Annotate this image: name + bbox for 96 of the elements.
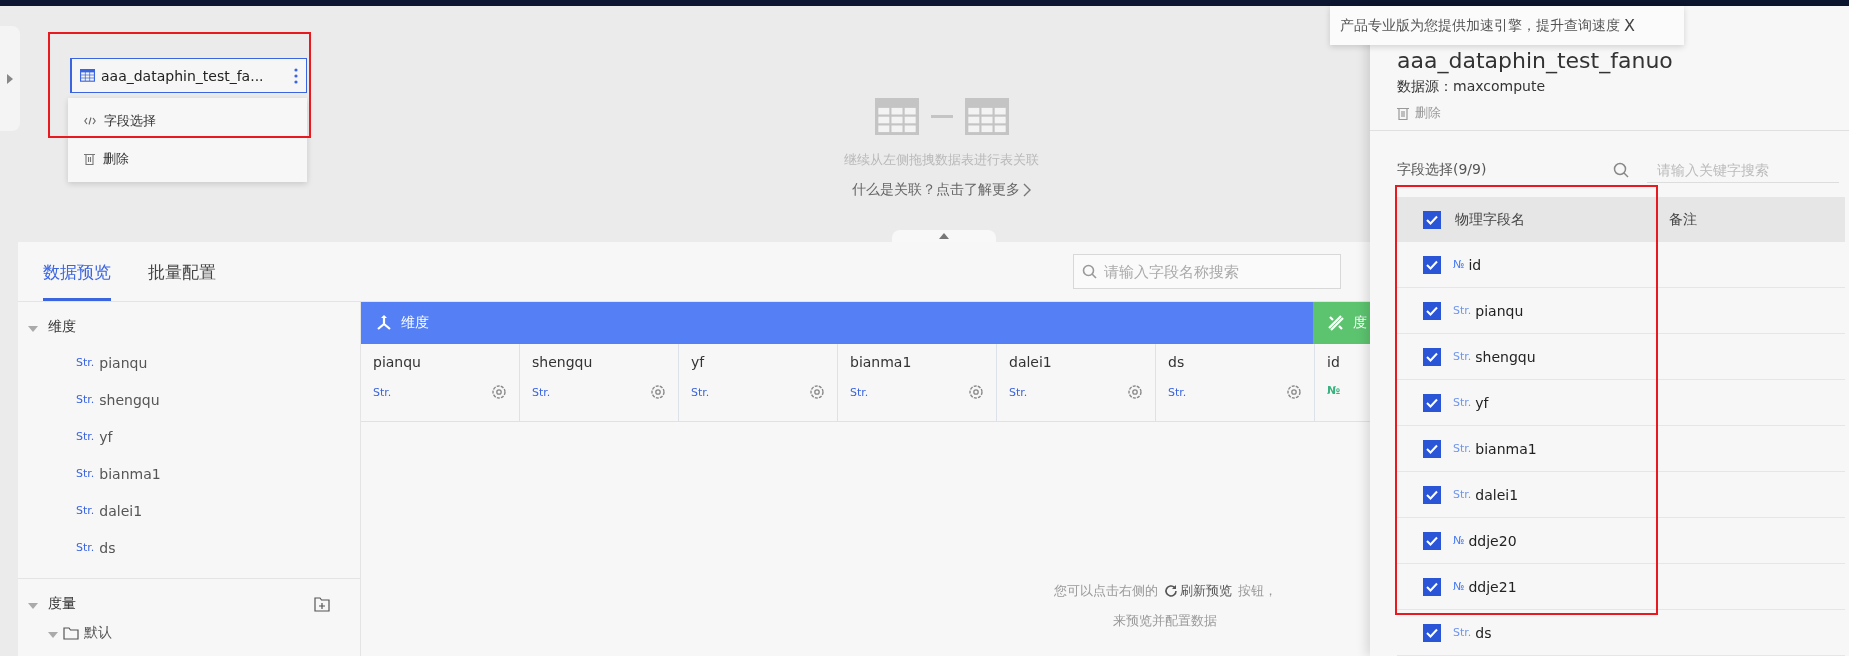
data-source: 数据源：maxcompute: [1397, 78, 1547, 96]
hint-text: 按钮，: [1237, 582, 1277, 600]
checkbox[interactable]: [1423, 255, 1441, 274]
type-tag: Str.: [1453, 626, 1472, 639]
refresh-icon: [1163, 584, 1178, 598]
checkbox[interactable]: [1423, 577, 1441, 596]
table-icon: [80, 69, 95, 82]
settings-icon[interactable]: [1286, 384, 1302, 400]
chevron-right-icon: [1023, 183, 1031, 198]
add-folder-icon[interactable]: [314, 596, 330, 612]
folder-icon: [63, 626, 79, 640]
type-tag: Str.: [1453, 442, 1472, 455]
learn-more-link[interactable]: 什么是关联？点击了解更多: [852, 181, 1031, 200]
field-name: yf: [1475, 394, 1489, 411]
field-name: pianqu: [1475, 302, 1524, 319]
table-icon: [964, 98, 1009, 136]
checkbox[interactable]: [1423, 531, 1441, 550]
section-label: 度量: [48, 595, 76, 613]
type-tag: №: [1453, 258, 1465, 271]
type-tag: Str.: [76, 356, 95, 369]
type-tag: Str.: [76, 504, 95, 517]
field-select-label: 字段选择(9/9): [1397, 161, 1488, 179]
group-header: 维度: [361, 302, 1313, 344]
settings-icon[interactable]: [968, 384, 984, 400]
hint-text: 来预览并配置数据: [1113, 612, 1217, 630]
caret-icon[interactable]: [28, 324, 38, 333]
field-name: ds: [99, 539, 116, 556]
settings-icon[interactable]: [809, 384, 825, 400]
field-name: dalei1: [1475, 486, 1519, 503]
ruler-icon: [1327, 314, 1345, 332]
field-name: shengqu: [99, 391, 160, 408]
checkbox[interactable]: [1423, 393, 1441, 412]
field-name: ddje20: [1468, 532, 1517, 549]
checkbox[interactable]: [1423, 301, 1441, 320]
settings-icon[interactable]: [491, 384, 507, 400]
column-header: pianqu Str.: [361, 344, 520, 421]
folder-name[interactable]: 默认: [84, 624, 112, 642]
field-name: yf: [99, 428, 113, 445]
table-node[interactable]: aaa_dataphin_test_fa...: [70, 58, 307, 93]
hint-text: 您可以点击右侧的: [1053, 582, 1158, 600]
field-name: bianma1: [1475, 440, 1537, 457]
checkbox[interactable]: [1423, 623, 1441, 642]
type-tag: Str.: [76, 541, 95, 554]
type-tag: №: [1453, 580, 1465, 593]
table-icon: [874, 98, 919, 136]
collapse-handle[interactable]: [892, 230, 996, 242]
caret-icon[interactable]: [28, 601, 38, 610]
checkbox[interactable]: [1423, 210, 1441, 229]
settings-icon[interactable]: [1127, 384, 1143, 400]
section-label: 维度: [48, 318, 76, 336]
column-header: 备注: [1669, 210, 1697, 229]
type-tag: Str.: [76, 430, 95, 443]
column-header: ds Str.: [1156, 344, 1315, 421]
branch-icon: [375, 314, 393, 332]
column-header: shengqu Str.: [520, 344, 679, 421]
field-name: bianma1: [99, 465, 161, 482]
field-name: id: [1468, 256, 1482, 273]
code-icon: [84, 116, 96, 126]
panel-title: aaa_dataphin_test_fanuo: [1397, 48, 1674, 74]
search-field[interactable]: 请输入字段名称搜索: [1073, 254, 1341, 289]
type-tag: Str.: [76, 467, 95, 480]
field-name: shengqu: [1475, 348, 1536, 365]
column-header: bianma1 Str.: [838, 344, 997, 421]
field-name: ddje21: [1468, 578, 1517, 595]
search-field[interactable]: 请输入关键字搜索: [1647, 157, 1839, 183]
column-header: 物理字段名: [1455, 210, 1526, 229]
type-tag: Str.: [1453, 488, 1472, 501]
menu-item[interactable]: 删除: [68, 140, 307, 178]
field-name: dalei1: [99, 502, 143, 519]
trash-icon: [84, 153, 95, 165]
column-header: yf Str.: [679, 344, 838, 421]
dash-icon: [930, 115, 953, 119]
menu-item[interactable]: 字段选择: [68, 102, 307, 140]
search-icon: [1082, 264, 1097, 279]
tab[interactable]: 数据预览: [43, 261, 111, 301]
search-icon[interactable]: [1613, 162, 1629, 178]
type-tag: №: [1453, 534, 1465, 547]
refresh-preview-link[interactable]: 刷新预览: [1163, 582, 1232, 600]
checkbox[interactable]: [1423, 347, 1441, 366]
checkbox[interactable]: [1423, 439, 1441, 458]
field-name: ds: [1475, 624, 1492, 641]
promo-banner: 产品专业版为您提供加速引擎，提升查询速度 X: [1330, 6, 1684, 45]
settings-icon[interactable]: [650, 384, 666, 400]
more-icon[interactable]: [294, 67, 298, 84]
type-tag: Str.: [1453, 350, 1472, 363]
expand-arrow-icon[interactable]: [7, 73, 13, 84]
field-name: pianqu: [99, 354, 148, 371]
close-button[interactable]: X: [1622, 16, 1637, 35]
type-tag: Str.: [1453, 396, 1472, 409]
type-tag: Str.: [1453, 304, 1472, 317]
column-header: dalei1 Str.: [997, 344, 1156, 421]
checkbox[interactable]: [1423, 485, 1441, 504]
type-tag: Str.: [76, 393, 95, 406]
tab[interactable]: 批量配置: [148, 261, 216, 301]
trash-icon: [1397, 106, 1409, 120]
caret-icon[interactable]: [48, 630, 58, 639]
